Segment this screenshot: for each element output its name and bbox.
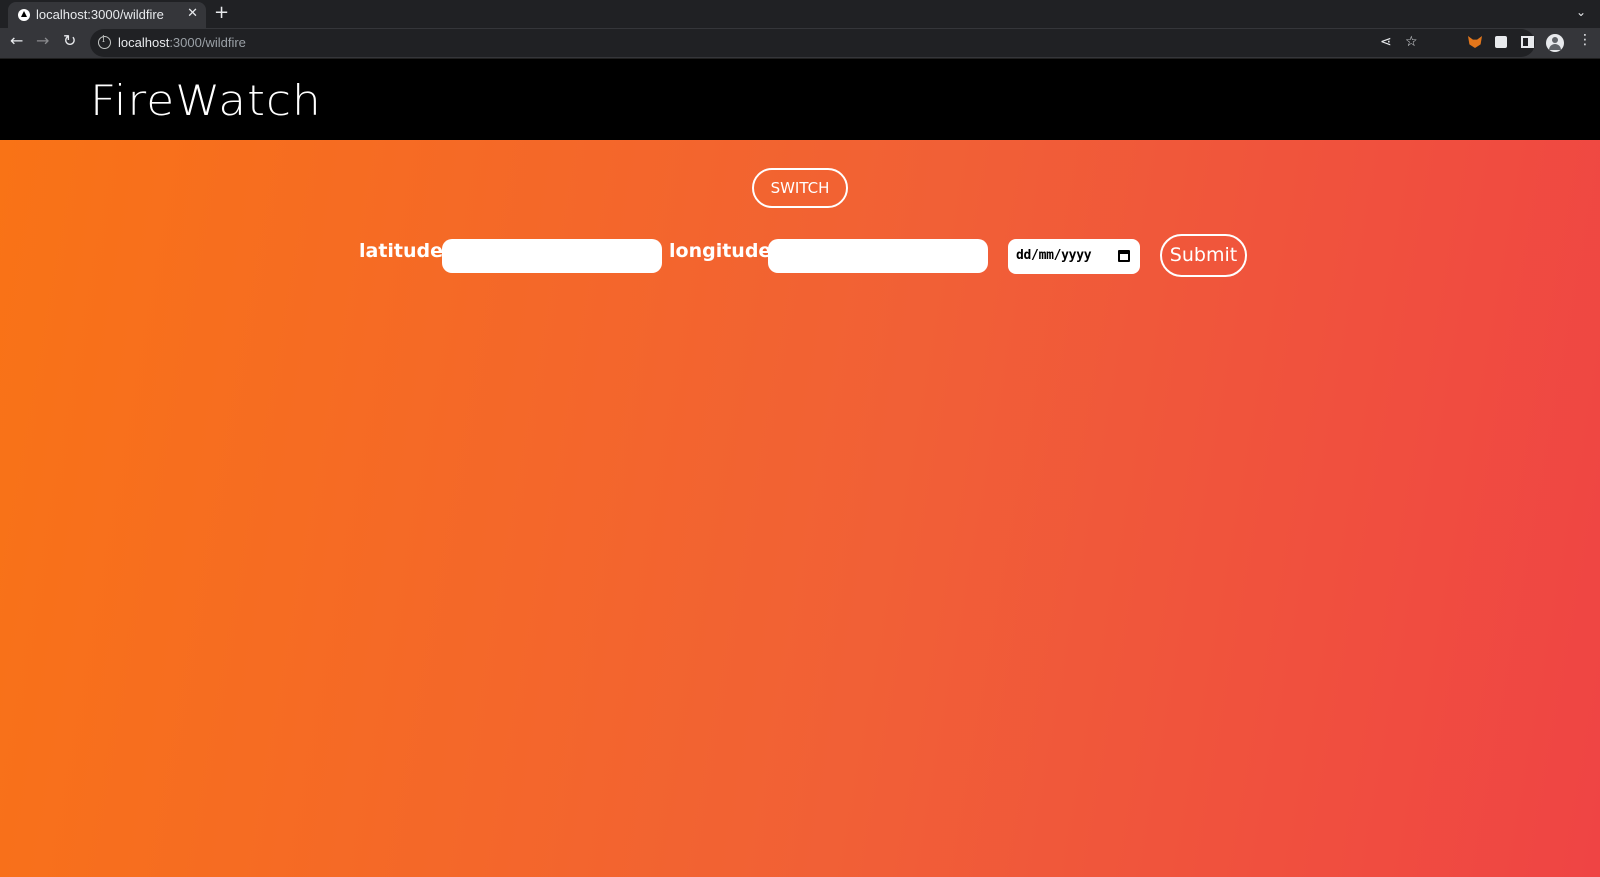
browser-menu-icon[interactable]: ⋮ bbox=[1578, 32, 1592, 48]
close-tab-icon[interactable]: ✕ bbox=[187, 6, 198, 21]
bookmark-star-icon[interactable]: ☆ bbox=[1405, 34, 1418, 50]
side-panel-icon[interactable] bbox=[1521, 36, 1534, 48]
share-icon[interactable]: ⋖ bbox=[1380, 34, 1392, 50]
url-text: localhost:3000/wildfire bbox=[118, 35, 246, 50]
url-path: :3000/wildfire bbox=[169, 35, 246, 50]
extensions-puzzle-icon[interactable] bbox=[1495, 36, 1507, 48]
back-arrow-icon[interactable]: ← bbox=[10, 31, 23, 50]
main-content: SWITCH latitude longitude dd/mm/yyyy Sub… bbox=[0, 140, 1600, 877]
latitude-label: latitude bbox=[359, 240, 444, 262]
address-bar[interactable]: localhost:3000/wildfire ⋖ ☆ bbox=[90, 29, 1535, 57]
switch-button[interactable]: SWITCH bbox=[752, 168, 848, 208]
triangle-favicon-icon bbox=[18, 9, 30, 21]
tab-title: localhost:3000/wildfire bbox=[36, 7, 164, 22]
forward-arrow-icon[interactable]: → bbox=[36, 31, 49, 50]
browser-tab[interactable]: localhost:3000/wildfire ✕ bbox=[8, 2, 206, 28]
site-info-icon[interactable] bbox=[98, 35, 111, 49]
submit-button[interactable]: Submit bbox=[1160, 234, 1247, 277]
calendar-icon[interactable] bbox=[1118, 250, 1130, 262]
longitude-label: longitude bbox=[669, 240, 772, 262]
reload-icon[interactable]: ↻ bbox=[63, 31, 76, 50]
brand-logo-text[interactable]: FireWatch bbox=[90, 76, 322, 125]
profile-avatar-icon[interactable] bbox=[1546, 34, 1564, 52]
latitude-input[interactable] bbox=[442, 239, 662, 273]
longitude-input[interactable] bbox=[768, 239, 988, 273]
url-host: localhost bbox=[118, 35, 170, 50]
site-header: FireWatch bbox=[0, 60, 1600, 140]
date-placeholder: dd/mm/yyyy bbox=[1016, 248, 1092, 263]
tab-search-chevron-icon[interactable]: ⌄ bbox=[1576, 5, 1586, 19]
browser-tabstrip: localhost:3000/wildfire ✕ + ⌄ bbox=[0, 0, 1600, 28]
browser-toolbar: ← → ↻ localhost:3000/wildfire ⋖ ☆ ⋮ bbox=[0, 28, 1600, 59]
date-input[interactable]: dd/mm/yyyy bbox=[1008, 239, 1140, 274]
new-tab-icon[interactable]: + bbox=[214, 2, 229, 23]
